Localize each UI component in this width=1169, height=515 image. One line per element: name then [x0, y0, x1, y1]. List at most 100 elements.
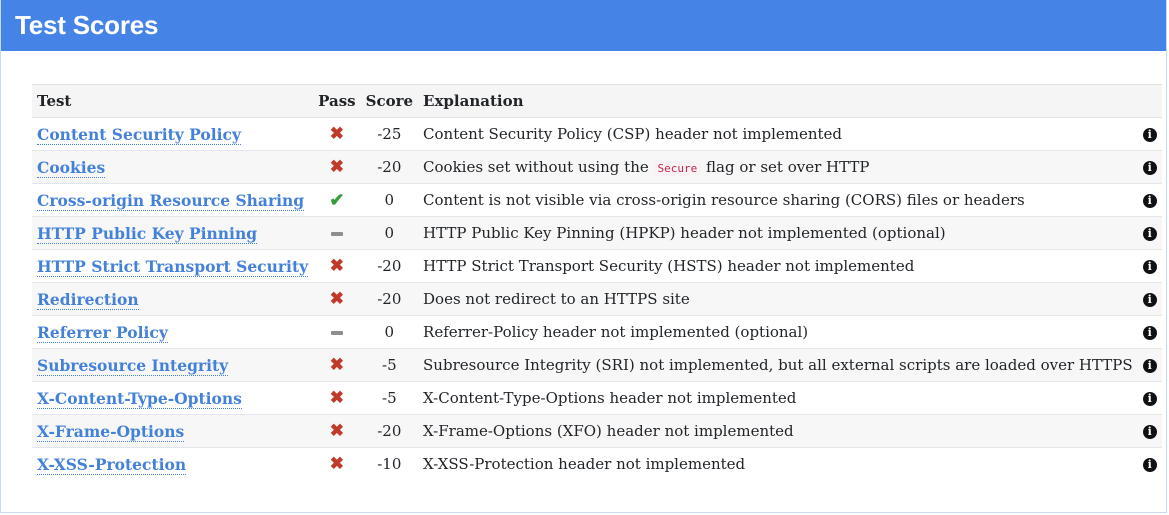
explanation-cell: Content is not visible via cross-origin …: [423, 191, 1025, 209]
table-header: Test Pass Score Explanation: [32, 84, 1162, 118]
test-link[interactable]: X-Frame-Options: [37, 421, 185, 442]
test-link[interactable]: Redirection: [37, 289, 139, 310]
pass-cell: ✖: [313, 283, 361, 316]
pass-cell: ✖: [313, 151, 361, 184]
test-link[interactable]: Cross-origin Resource Sharing: [37, 190, 305, 211]
info-icon[interactable]: i: [1142, 128, 1157, 142]
info-icon[interactable]: i: [1142, 392, 1157, 406]
explanation-cell: Subresource Integrity (SRI) not implemen…: [423, 356, 1133, 374]
pass-cell: ✔: [313, 184, 361, 217]
score-cell: 0: [384, 323, 395, 341]
info-cell: i: [1138, 250, 1162, 283]
test-link[interactable]: Content Security Policy: [37, 124, 241, 145]
info-cell: i: [1138, 118, 1162, 151]
score-cell: -25: [377, 125, 402, 143]
info-cell: i: [1138, 415, 1162, 448]
explanation-cell: X-XSS-Protection header not implemented: [423, 455, 746, 474]
inline-code: Secure: [653, 161, 702, 176]
scores-table: Test Pass Score Explanation Content Secu…: [32, 84, 1162, 481]
table-row: Redirection ✖ -20 Does not redirect to an H…: [32, 282, 1162, 316]
x-mark-icon: ✖: [329, 454, 344, 475]
test-link[interactable]: X-XSS-Protection: [37, 454, 187, 475]
table-row: HTTP Public Key Pinning 0 HTTP Public Key …: [32, 216, 1162, 250]
table-row: Cross-origin Resource Sharing ✔ 0 Content i…: [32, 184, 1162, 217]
test-link[interactable]: Cookies: [37, 157, 106, 178]
explanation-cell: Cookies set without using the Secure fla…: [418, 151, 1138, 184]
info-cell: i: [1138, 382, 1162, 415]
test-scores-panel: Test Scores Test Pass Score Explanation …: [0, 0, 1167, 513]
table-body: Content Security Policy ✖ -25 Content Secur…: [32, 118, 1162, 481]
score-cell: -20: [377, 158, 402, 176]
table-row: HTTP Strict Transport Security ✖ -20 HTTP S…: [32, 250, 1162, 283]
info-icon[interactable]: i: [1142, 227, 1157, 241]
pass-cell: [313, 217, 361, 250]
explanation-cell: X-Frame-Options (XFO) header not impleme…: [423, 422, 794, 440]
x-mark-icon: ✖: [329, 355, 344, 375]
info-icon[interactable]: i: [1142, 359, 1157, 373]
info-icon[interactable]: i: [1142, 425, 1157, 439]
test-link[interactable]: X-Content-Type-Options: [37, 388, 242, 409]
test-cell: HTTP Public Key Pinning: [32, 217, 313, 250]
pass-cell: ✖: [313, 349, 361, 382]
test-cell: Subresource Integrity: [32, 349, 313, 382]
header-pass: Pass: [313, 84, 361, 118]
score-cell: -20: [377, 257, 402, 275]
test-cell: Cookies: [32, 151, 313, 184]
header-score: Score: [360, 84, 419, 118]
header-info: [1137, 84, 1162, 118]
explanation-cell: Referrer-Policy header not implemented (…: [423, 323, 809, 341]
dash-icon: [330, 331, 343, 335]
info-icon[interactable]: i: [1142, 194, 1157, 208]
explanation-text: flag or set over HTTP: [701, 158, 870, 176]
explanation-cell: HTTP Strict Transport Security (HSTS) he…: [423, 257, 915, 275]
explanation-cell: Does not redirect to an HTTPS site: [423, 290, 690, 308]
pass-cell: ✖: [313, 448, 361, 481]
explanation-cell: Content Security Policy (CSP) header not…: [423, 125, 843, 143]
header-row: Test Pass Score Explanation: [32, 84, 1162, 118]
table-row: Referrer Policy 0 Referrer-Policy header n…: [32, 316, 1162, 349]
pass-cell: [313, 316, 361, 349]
test-link[interactable]: HTTP Strict Transport Security: [37, 256, 309, 277]
test-cell: Content Security Policy: [32, 118, 313, 151]
score-cell: -5: [382, 356, 397, 374]
panel-title: Test Scores: [15, 10, 159, 40]
info-icon[interactable]: i: [1142, 293, 1157, 307]
x-mark-icon: ✖: [329, 289, 344, 309]
table-row: X-Content-Type-Options ✖ -5 X-Content-Type-…: [32, 382, 1162, 415]
info-cell: i: [1138, 217, 1162, 250]
info-cell: i: [1138, 184, 1162, 217]
header-explanation: Explanation: [418, 84, 1138, 118]
score-cell: 0: [384, 191, 395, 209]
info-cell: i: [1138, 349, 1162, 382]
info-icon[interactable]: i: [1142, 326, 1157, 340]
pass-cell: ✖: [313, 118, 361, 151]
explanation-text: Cookies set without using the: [423, 158, 654, 176]
panel-header: Test Scores: [1, 0, 1166, 51]
test-link[interactable]: Subresource Integrity: [37, 355, 229, 376]
x-mark-icon: ✖: [329, 421, 344, 441]
table-row: X-XSS-Protection ✖ -10 X-XSS-Protection hea…: [32, 448, 1162, 481]
info-cell: i: [1138, 316, 1162, 349]
test-link[interactable]: HTTP Public Key Pinning: [37, 223, 258, 244]
header-test: Test: [32, 84, 314, 118]
scores-table-wrapper: Test Pass Score Explanation Content Secu…: [32, 84, 1162, 481]
test-cell: Cross-origin Resource Sharing: [32, 184, 313, 217]
test-cell: HTTP Strict Transport Security: [32, 250, 313, 283]
table-row: X-Frame-Options ✖ -20 X-Frame-Options (XFO)…: [32, 414, 1162, 448]
info-icon[interactable]: i: [1142, 260, 1157, 274]
info-icon[interactable]: i: [1142, 458, 1157, 473]
x-mark-icon: ✖: [329, 124, 344, 144]
x-mark-icon: ✖: [329, 388, 344, 408]
test-cell: Redirection: [32, 283, 313, 316]
table-row: Content Security Policy ✖ -25 Content Secur…: [32, 118, 1162, 151]
pass-cell: ✖: [313, 382, 361, 415]
score-cell: 0: [384, 224, 395, 242]
score-cell: -5: [382, 389, 397, 407]
test-cell: X-Frame-Options: [32, 415, 313, 448]
dash-icon: [330, 232, 343, 236]
test-link[interactable]: Referrer Policy: [37, 322, 168, 343]
pass-cell: ✖: [313, 415, 361, 448]
table-row: Subresource Integrity ✖ -5 Subresource Inte…: [32, 348, 1162, 382]
checkmark-icon: ✔: [329, 189, 345, 211]
info-icon[interactable]: i: [1142, 161, 1157, 175]
